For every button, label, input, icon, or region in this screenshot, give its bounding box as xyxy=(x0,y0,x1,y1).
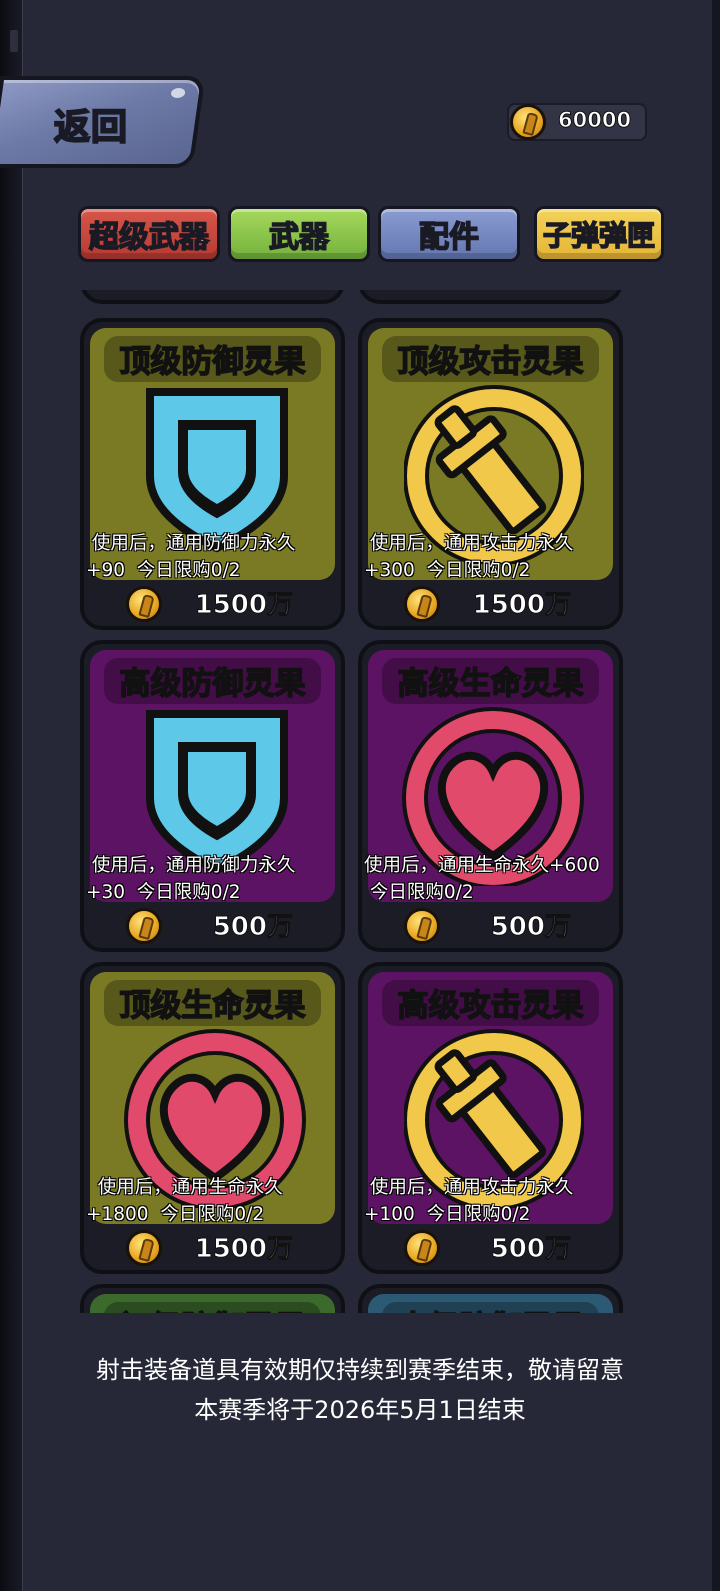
gold-coin-icon xyxy=(404,1230,440,1266)
desc-line: 使用后，通用生命永久 xyxy=(86,1177,283,1198)
item-price: 500万 xyxy=(490,912,571,943)
item-price: 500万 xyxy=(212,912,293,943)
item-title: 高级攻击灵果 xyxy=(397,987,585,1025)
item-card[interactable]: 顶级防御灵果 使用后，通用防御力永久 +90 今日限购0/2 1500万 xyxy=(80,318,345,630)
gold-coin-icon xyxy=(126,1230,162,1266)
season-notice: 射击装备道具有效期仅持续到赛季结束，敬请留意 本赛季将于2026年5月1日结束 xyxy=(0,1350,720,1430)
gold-coin-icon xyxy=(126,908,162,944)
desc-line: 使用后，通用防御力永久 xyxy=(86,533,296,554)
notice-line: 射击装备道具有效期仅持续到赛季结束，敬请留意 xyxy=(96,1356,624,1384)
shield-icon xyxy=(146,388,288,553)
gold-coin-icon xyxy=(510,104,546,140)
item-price: 1500万 xyxy=(472,590,571,621)
item-card-partial[interactable] xyxy=(80,290,345,304)
item-title: 中级防御灵果 xyxy=(362,1302,619,1313)
item-description: 使用后，通用攻击力永久 +100 今日限购0/2 xyxy=(364,1174,619,1228)
tab-weapons[interactable]: 武器 xyxy=(228,206,370,262)
item-description: 使用后，通用攻击力永久 +300 今日限购0/2 xyxy=(364,530,619,584)
item-card-partial[interactable]: 中级防御灵果 xyxy=(358,1284,623,1313)
item-title: 顶级攻击灵果 xyxy=(397,343,585,381)
gold-coin-icon xyxy=(126,586,162,622)
item-card[interactable]: 高级防御灵果 使用后，通用防御力永久 +30 今日限购0/2 500万 xyxy=(80,640,345,952)
desc-line: +300 今日限购0/2 xyxy=(364,560,531,581)
item-card[interactable]: 高级攻击灵果 使用后，通用攻击力永久 +100 今日限购0/2 500万 xyxy=(358,962,623,1274)
item-card-partial[interactable] xyxy=(358,290,623,304)
gold-coin-icon xyxy=(404,908,440,944)
back-button-label[interactable]: 返回 xyxy=(53,98,128,150)
desc-line: 今日限购0/2 xyxy=(364,882,474,903)
item-description: 使用后，通用防御力永久 +90 今日限购0/2 xyxy=(86,530,341,584)
item-description: 使用后，通用生命永久+600 今日限购0/2 xyxy=(364,852,619,906)
item-price: 1500万 xyxy=(194,1234,293,1265)
button-shine xyxy=(170,88,186,98)
item-card[interactable]: 顶级生命灵果 使用后，通用生命永久 +1800 今日限购0/2 1500万 xyxy=(80,962,345,1274)
edge-notch xyxy=(10,30,18,52)
desc-line: +100 今日限购0/2 xyxy=(364,1204,531,1225)
item-card[interactable]: 高级生命灵果 使用后，通用生命永久+600 今日限购0/2 500万 xyxy=(358,640,623,952)
item-title: 顶级防御灵果 xyxy=(119,343,307,381)
item-price: 500万 xyxy=(490,1234,571,1265)
tab-super-weapons[interactable]: 超级武器 xyxy=(78,206,220,262)
desc-line: 使用后，通用攻击力永久 xyxy=(364,1177,574,1198)
coin-balance: 60000 xyxy=(557,108,632,133)
item-title: 高级防御灵果 xyxy=(119,665,307,703)
item-card[interactable]: 顶级攻击灵果 使用后，通用攻击力永久 +300 今日限购0/2 1500万 xyxy=(358,318,623,630)
desc-line: +30 今日限购0/2 xyxy=(86,882,241,903)
tab-ammo-magazine[interactable]: 子弹弹匣 xyxy=(534,206,664,262)
item-description: 使用后，通用生命永久 +1800 今日限购0/2 xyxy=(86,1174,341,1228)
item-description: 使用后，通用防御力永久 +30 今日限购0/2 xyxy=(86,852,341,906)
desc-line: +90 今日限购0/2 xyxy=(86,560,241,581)
shield-icon xyxy=(146,710,288,875)
item-title: 初级防御灵果 xyxy=(84,1302,341,1313)
gold-coin-icon xyxy=(404,586,440,622)
item-grid[interactable]: 顶级防御灵果 使用后，通用防御力永久 +90 今日限购0/2 1500万 顶级攻… xyxy=(70,290,642,1313)
item-title: 顶级生命灵果 xyxy=(119,987,307,1025)
tab-accessories[interactable]: 配件 xyxy=(378,206,520,262)
desc-line: 使用后，通用攻击力永久 xyxy=(364,533,574,554)
notice-line: 本赛季将于2026年5月1日结束 xyxy=(194,1396,526,1424)
desc-line: +1800 今日限购0/2 xyxy=(86,1204,265,1225)
desc-line: 使用后，通用生命永久+600 xyxy=(364,855,600,876)
item-price: 1500万 xyxy=(194,590,293,621)
item-card-partial[interactable]: 初级防御灵果 xyxy=(80,1284,345,1313)
desc-line: 使用后，通用防御力永久 xyxy=(86,855,296,876)
item-title: 高级生命灵果 xyxy=(397,665,585,703)
